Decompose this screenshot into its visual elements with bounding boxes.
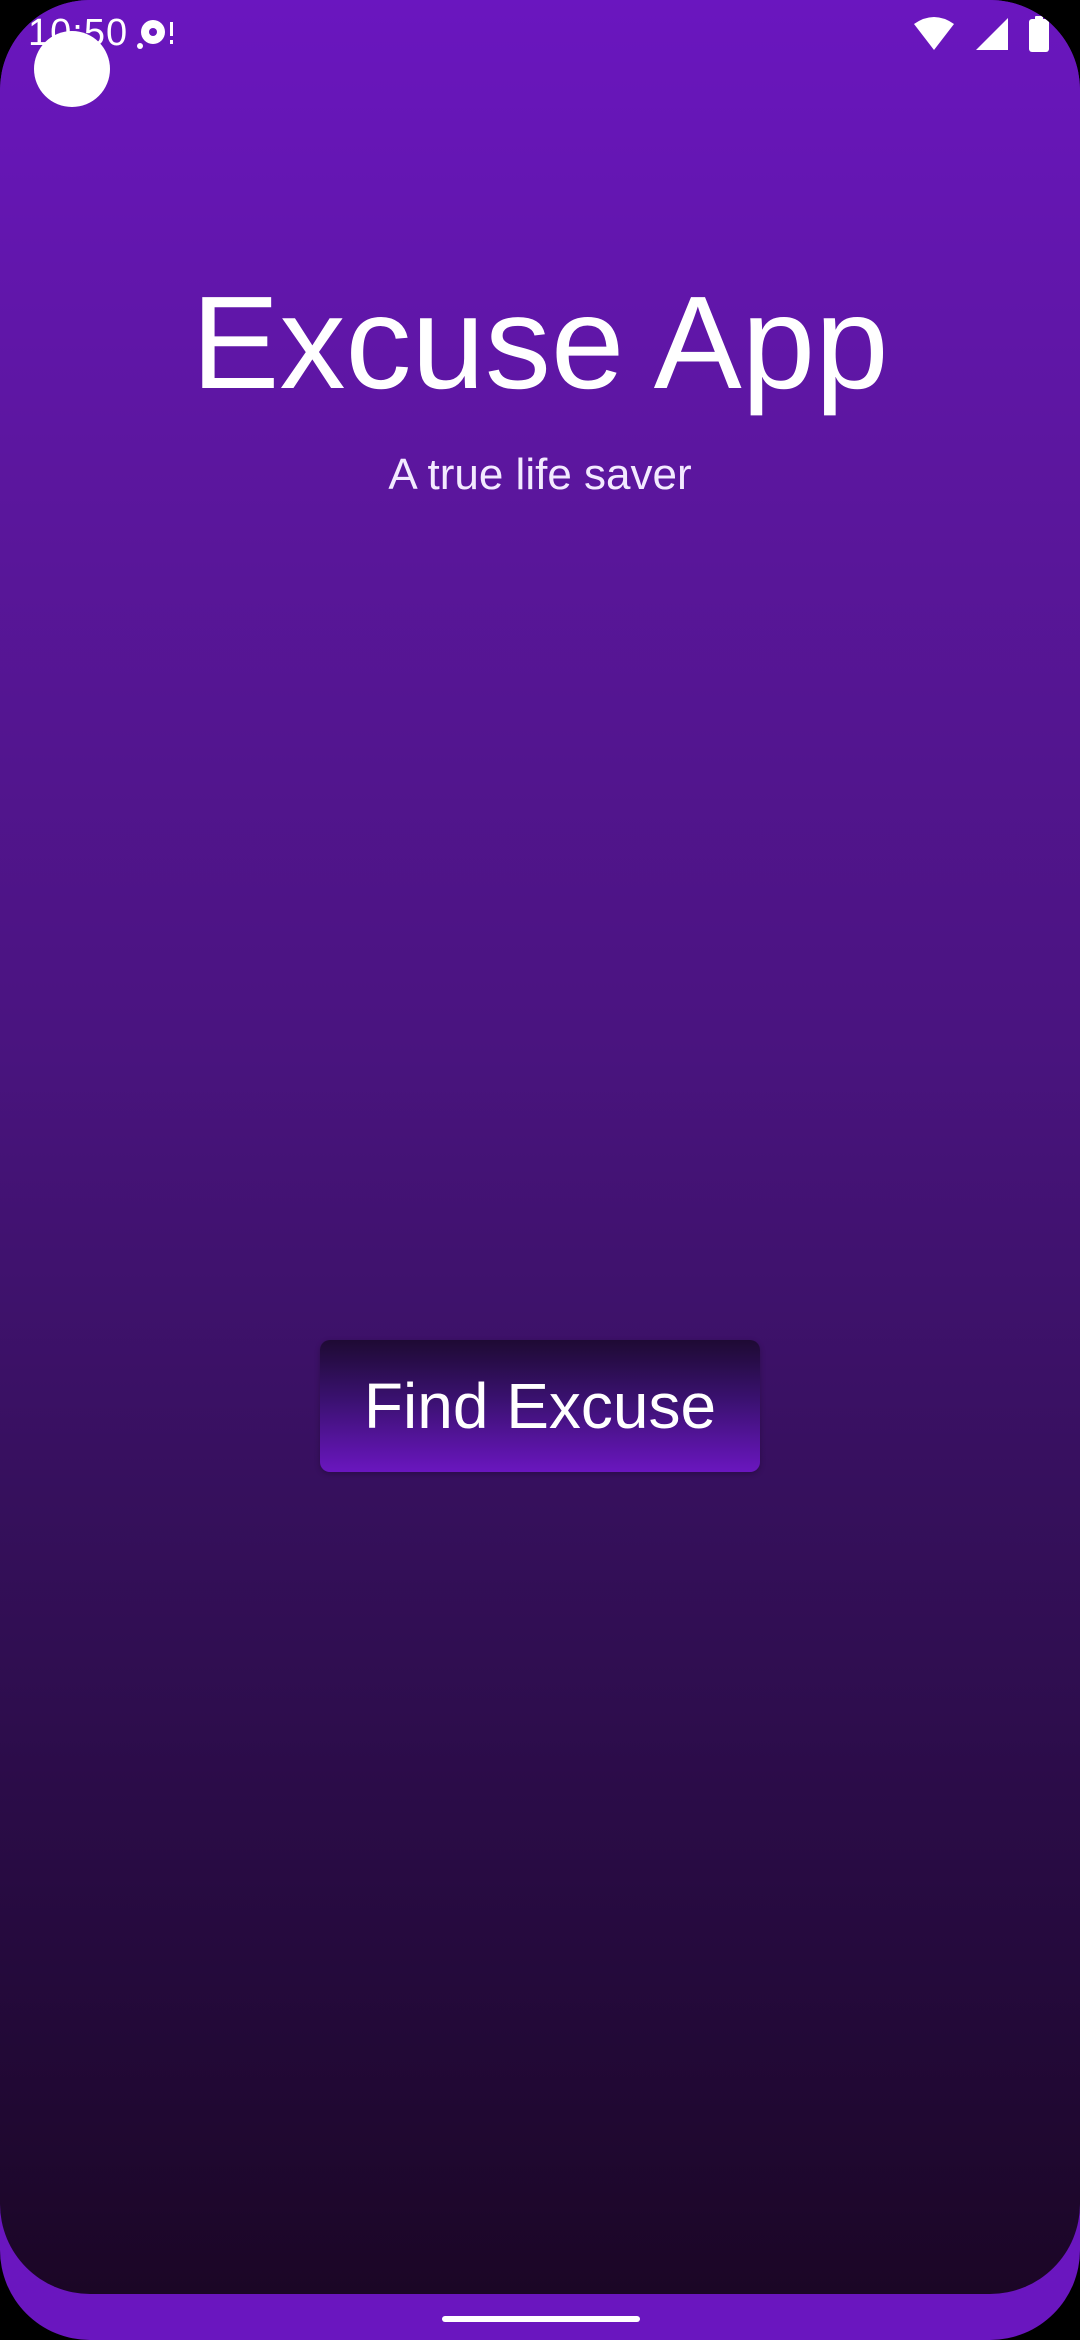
- status-icons: [912, 14, 1050, 54]
- status-bar: 10:50: [0, 0, 1080, 66]
- battery-icon: [1029, 16, 1049, 52]
- camera-cutout: [34, 31, 110, 107]
- media-notification-icon: [137, 20, 173, 49]
- page-subtitle: A true life saver: [388, 450, 692, 499]
- home-indicator[interactable]: [442, 2316, 640, 2322]
- phone-screen: 10:50 Excuse App A true life saver Find …: [0, 0, 1080, 2340]
- cellular-signal-icon: [976, 18, 1008, 50]
- find-excuse-button-label: Find Excuse: [363, 1370, 717, 1442]
- find-excuse-button[interactable]: Find Excuse: [320, 1340, 760, 1472]
- wifi-icon: [914, 17, 954, 50]
- page-title: Excuse App: [191, 269, 889, 416]
